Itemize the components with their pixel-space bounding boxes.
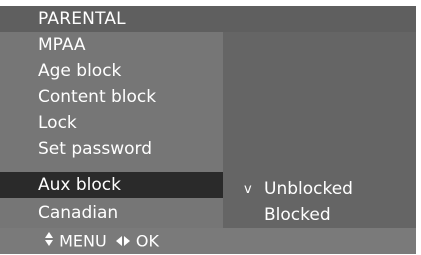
up-down-arrow-icon bbox=[44, 229, 54, 255]
menu-title: PARENTAL bbox=[0, 6, 416, 32]
menu-item-content-block[interactable]: Content block bbox=[0, 84, 223, 110]
menu-item-aux-block[interactable]: Aux block bbox=[0, 172, 223, 198]
option-blocked[interactable]: vBlocked bbox=[244, 202, 331, 228]
footer-hint-bar: MENU OK bbox=[0, 228, 416, 254]
left-right-arrow-icon bbox=[115, 229, 131, 255]
option-label: Blocked bbox=[264, 205, 331, 225]
menu-item-lock[interactable]: Lock bbox=[0, 110, 223, 136]
ok-hint-label: OK bbox=[135, 231, 159, 251]
menu-item-age-block[interactable]: Age block bbox=[0, 58, 223, 84]
check-mark-icon: v bbox=[244, 182, 252, 197]
menu-hint-label: MENU bbox=[59, 231, 107, 251]
menu-item-set-password[interactable]: Set password bbox=[0, 136, 223, 162]
option-label: Unblocked bbox=[264, 179, 353, 199]
menu-item-canadian[interactable]: Canadian bbox=[0, 200, 223, 226]
option-unblocked[interactable]: v Unblocked bbox=[244, 176, 353, 202]
parental-menu: PARENTAL MPAA Age block Content block Lo… bbox=[0, 0, 421, 254]
menu-item-mpaa[interactable]: MPAA bbox=[0, 32, 223, 58]
